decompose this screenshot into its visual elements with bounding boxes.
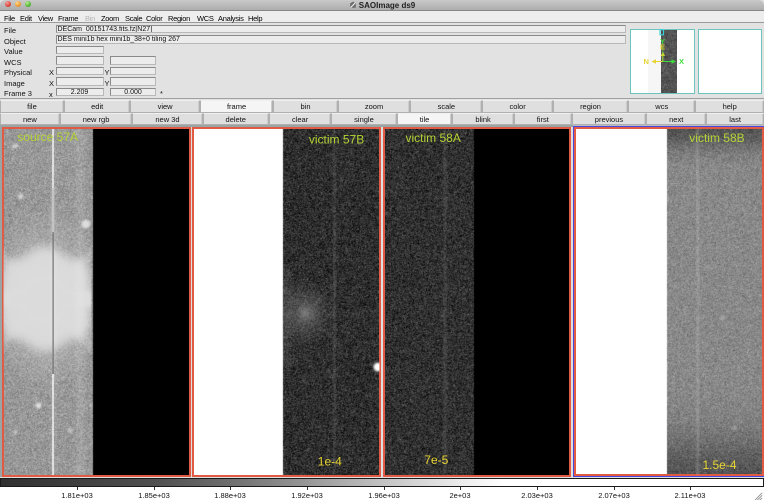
svg-text:source 57A: source 57A — [17, 130, 78, 144]
svg-text:victim 57B: victim 57B — [309, 132, 364, 146]
svg-text:N: N — [644, 57, 649, 66]
svg-text:Y: Y — [660, 37, 665, 46]
svg-text:X: X — [679, 57, 684, 66]
svg-text:victim 58B: victim 58B — [689, 131, 744, 145]
svg-text:1e-4: 1e-4 — [318, 455, 342, 469]
svg-text:victim 58A: victim 58A — [406, 131, 461, 145]
svg-text:1.5e-4: 1.5e-4 — [703, 458, 737, 472]
svg-text:7e-5: 7e-5 — [424, 453, 448, 467]
